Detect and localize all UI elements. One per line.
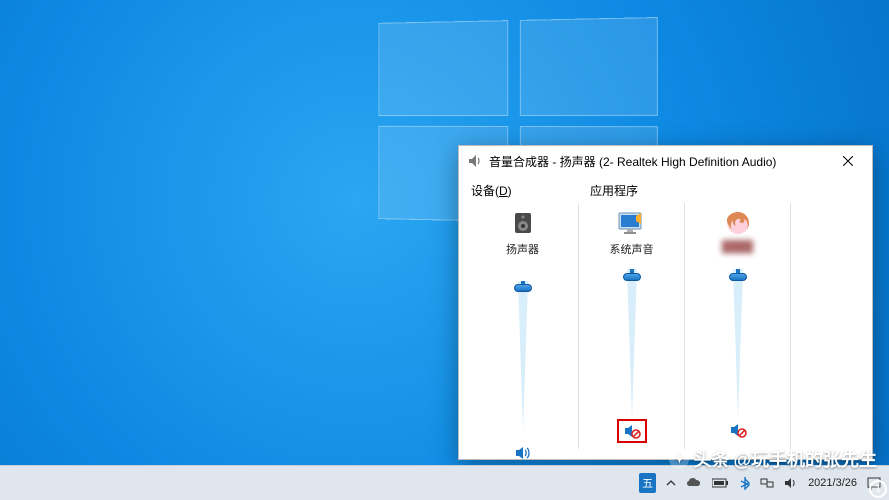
app-mute-button[interactable]	[727, 419, 749, 441]
applications-section-label: 应用程序	[574, 182, 860, 199]
device-section: 设备(D) 扬声器	[471, 182, 574, 451]
tray-date[interactable]: 2021/3/26	[808, 466, 857, 500]
tray-volume-icon[interactable]	[784, 466, 798, 500]
volume-mixer-window: 音量合成器 - 扬声器 (2- Realtek High Definition …	[458, 145, 873, 460]
titlebar[interactable]: 音量合成器 - 扬声器 (2- Realtek High Definition …	[459, 146, 872, 176]
device-volume-slider[interactable]	[515, 281, 531, 431]
firefox-icon[interactable]	[725, 205, 751, 241]
applications-section: 应用程序 系统声音	[574, 182, 860, 451]
tray-bluetooth-icon[interactable]	[740, 466, 750, 500]
tray-network-icon[interactable]	[760, 466, 774, 500]
device-mute-button[interactable]	[512, 442, 534, 464]
slider-thumb[interactable]	[514, 284, 532, 292]
tray-language-indicator[interactable]: 五	[639, 466, 656, 500]
desktop: 音量合成器 - 扬声器 (2- Realtek High Definition …	[0, 0, 889, 500]
system-sounds-icon[interactable]	[617, 205, 647, 241]
tray-chevron-up-icon[interactable]	[666, 466, 676, 500]
speaker-device-icon[interactable]	[509, 205, 537, 241]
close-button[interactable]	[828, 146, 868, 176]
slider-thumb[interactable]	[623, 273, 641, 281]
speaker-on-icon	[514, 444, 532, 462]
close-icon	[843, 156, 853, 166]
app-column-empty	[790, 203, 860, 449]
device-section-label: 设备(D)	[471, 182, 574, 199]
app-column-app2: ████	[684, 203, 790, 449]
volume-mixer-icon	[467, 153, 483, 169]
device-name[interactable]: 扬声器	[506, 241, 539, 257]
app-name[interactable]: 系统声音	[610, 241, 654, 257]
app-column-system-sounds: 系统声音	[578, 203, 684, 449]
tray-battery-icon[interactable]	[712, 466, 730, 500]
app-name[interactable]: ████	[722, 241, 753, 257]
window-title: 音量合成器 - 扬声器 (2- Realtek High Definition …	[489, 153, 828, 170]
slider-thumb[interactable]	[729, 273, 747, 281]
tray-onedrive-icon[interactable]	[686, 466, 702, 500]
tray-notifications-icon[interactable]	[867, 466, 881, 500]
speaker-muted-icon	[623, 422, 641, 440]
speaker-muted-icon	[729, 421, 747, 439]
mixer-body: 设备(D) 扬声器	[459, 176, 872, 459]
system-tray: 五 2021/3/26	[639, 466, 885, 500]
taskbar[interactable]: 五 2021/3/26	[0, 465, 889, 500]
app-volume-slider[interactable]	[624, 269, 640, 419]
app-volume-slider[interactable]	[730, 269, 746, 419]
device-column: 扬声器	[471, 203, 574, 472]
app-mute-button[interactable]	[617, 419, 647, 443]
